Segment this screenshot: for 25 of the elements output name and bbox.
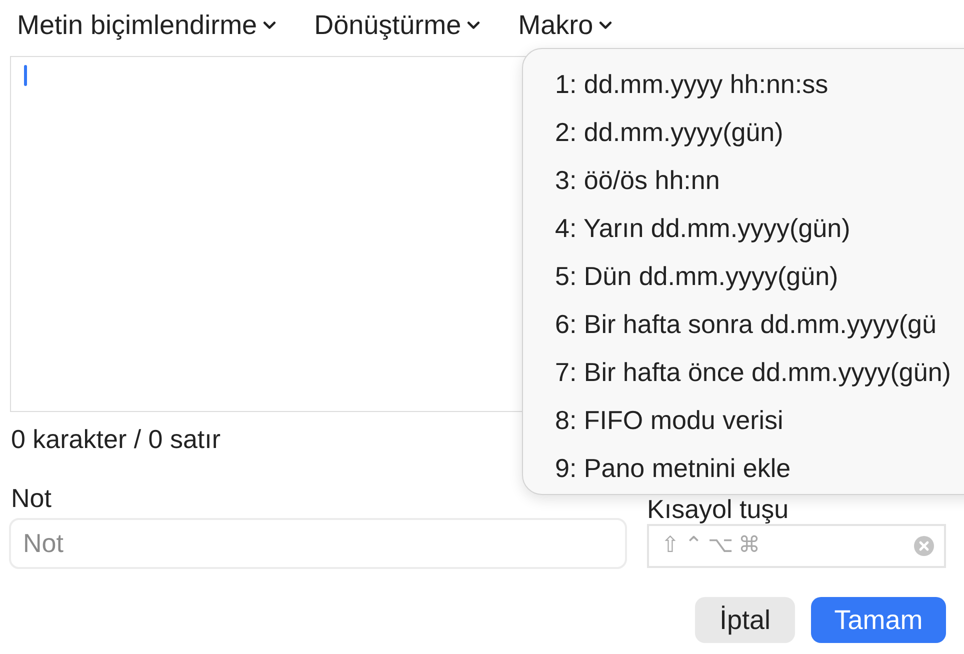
menu-item[interactable]: 1: dd.mm.yyyy hh:nn:ss [523,60,830,108]
menu-item[interactable]: 6: Bir hafta sonra dd.mm.yyyy(gü [523,300,938,348]
chevron-icon [467,20,480,30]
dialog-button[interactable]: Tamam [811,597,946,643]
dialog-button[interactable]: İptal [695,597,795,643]
menu-item[interactable]: 8: FIFO modu verisi [523,396,786,444]
menu-item[interactable]: 5: Dün dd.mm.yyyy(gün) [523,252,840,300]
modifier-symbol: ⌘ [738,534,760,558]
menu-item[interactable]: 4: Yarın dd.mm.yyyy(gün) [523,204,852,252]
modifier-symbol: ⇧ [661,534,680,558]
character-count: 0 karakter / 0 satır [11,425,221,453]
chevron-icon [263,20,276,30]
modifier-symbol: ⌥ [708,534,734,558]
menu-button[interactable]: Makro [518,9,612,41]
shortcut-label: Kısayol tuşu [647,496,789,522]
menu-item[interactable]: 7: Bir hafta önce dd.mm.yyyy(gün) [523,348,953,396]
modifier-symbol: ⌃ [684,534,703,558]
menu-item[interactable]: 3: öö/ös hh:nn [523,156,722,204]
menu-button[interactable]: Dönüştürme [314,9,480,41]
menu-item[interactable]: 9: Pano metnini ekle [523,444,793,492]
note-field[interactable]: Not [9,518,627,569]
chevron-icon [599,20,612,30]
menu-item[interactable]: 2: dd.mm.yyyy(gün) [523,108,786,156]
menu-button[interactable]: Metin biçimlendirme [17,9,276,41]
note-label: Not [11,485,52,511]
